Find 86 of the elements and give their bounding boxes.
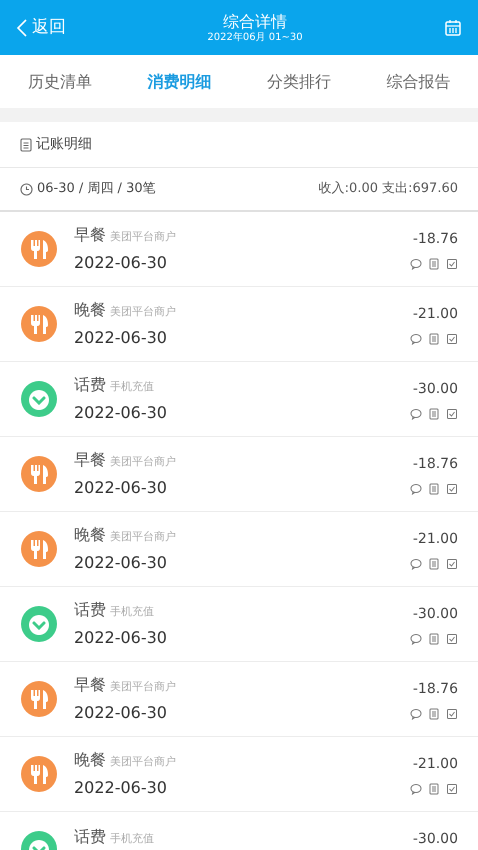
comment-icon[interactable] <box>410 332 422 344</box>
day-summary: 06-30 / 周四 / 30笔 <box>37 180 156 198</box>
document-icon <box>20 138 32 152</box>
tab[interactable]: 分类排行 <box>266 70 331 94</box>
amount: -30.00 <box>412 380 458 398</box>
checkbox-icon[interactable] <box>446 782 458 794</box>
merchant-name: 手机充值 <box>110 379 154 395</box>
fork-knife-icon <box>20 305 58 343</box>
transaction-row[interactable]: 话费 手机充值 2022-06-30 -30.00 <box>0 587 478 662</box>
category-name: 话费 <box>74 599 106 621</box>
transaction-row[interactable]: 早餐 美团平台商户 2022-06-30 -18.76 <box>0 437 478 512</box>
fork-knife-icon <box>20 455 58 493</box>
tab[interactable]: 综合报告 <box>386 70 450 94</box>
checkbox-icon[interactable] <box>446 482 458 494</box>
transaction-row[interactable]: 晚餐 美团平台商户 2022-06-30 -21.00 <box>0 287 478 362</box>
category-name: 早餐 <box>74 449 106 471</box>
date-range: 2022年06月 01~30 <box>207 32 303 44</box>
comment-icon[interactable] <box>410 408 422 420</box>
back-icon <box>16 18 28 38</box>
category-name: 早餐 <box>74 224 106 246</box>
comment-icon[interactable] <box>410 782 422 794</box>
merchant-name: 手机充值 <box>110 830 154 846</box>
comment-icon[interactable] <box>410 482 422 494</box>
tab[interactable]: 历史清单 <box>28 70 92 94</box>
transaction-date: 2022-06-30 <box>74 327 168 349</box>
amount: -21.00 <box>412 530 458 548</box>
transaction-date: 2022-06-30 <box>74 777 168 799</box>
comment-icon[interactable] <box>410 632 422 644</box>
comment-icon[interactable] <box>410 708 422 720</box>
transaction-date: 2022-06-30 <box>74 702 168 724</box>
transaction-date: 2022-06-30 <box>74 627 168 649</box>
amount: -18.76 <box>412 454 458 474</box>
transaction-row[interactable]: 早餐 美团平台商户 2022-06-30 -18.76 <box>0 212 478 287</box>
note-icon[interactable] <box>428 708 440 720</box>
clock-icon <box>20 182 33 196</box>
note-icon[interactable] <box>428 258 440 270</box>
transaction-date: 2022-06-30 <box>74 552 168 574</box>
amount: -18.76 <box>412 680 458 698</box>
amount: -30.00 <box>412 830 458 848</box>
amount: -30.00 <box>412 604 458 624</box>
checkbox-icon[interactable] <box>446 558 458 570</box>
transaction-row[interactable]: 话费 手机充值 2022-06-30 -30.00 <box>0 362 478 437</box>
transaction-row[interactable]: 晚餐 美团平台商户 2022-06-30 -21.00 <box>0 512 478 587</box>
note-icon[interactable] <box>428 632 440 644</box>
checkbox-icon[interactable] <box>446 258 458 270</box>
amount: -21.00 <box>412 304 458 324</box>
category-name: 晚餐 <box>74 524 106 546</box>
page-title: 综合详情 <box>223 12 287 32</box>
fork-knife-icon <box>20 755 58 793</box>
checkbox-icon[interactable] <box>446 632 458 644</box>
note-icon[interactable] <box>428 408 440 420</box>
day-totals: 收入:0.00 支出:697.60 <box>318 180 458 198</box>
checkbox-icon[interactable] <box>446 332 458 344</box>
note-icon[interactable] <box>428 558 440 570</box>
transaction-row[interactable]: 话费 手机充值 -30.00 <box>0 812 478 850</box>
category-name: 话费 <box>74 374 106 396</box>
fork-knife-icon <box>20 530 58 568</box>
transaction-date: 2022-06-30 <box>74 402 168 424</box>
merchant-name: 美团平台商户 <box>110 679 176 695</box>
transaction-date: 2022-06-30 <box>74 252 168 274</box>
note-icon[interactable] <box>428 332 440 344</box>
comment-icon[interactable] <box>410 258 422 270</box>
section-title: 记账明细 <box>36 135 92 154</box>
merchant-name: 美团平台商户 <box>110 229 176 245</box>
category-name: 话费 <box>74 826 106 848</box>
transaction-row[interactable]: 晚餐 美团平台商户 2022-06-30 -21.00 <box>0 737 478 812</box>
checkbox-icon[interactable] <box>446 708 458 720</box>
amount: -21.00 <box>412 754 458 774</box>
calendar-icon[interactable] <box>444 18 462 36</box>
transaction-date: 2022-06-30 <box>74 477 168 499</box>
note-icon[interactable] <box>428 482 440 494</box>
note-icon[interactable] <box>428 782 440 794</box>
checkbox-icon[interactable] <box>446 408 458 420</box>
fork-knife-icon <box>20 680 58 718</box>
merchant-name: 手机充值 <box>110 604 154 620</box>
transaction-row[interactable]: 早餐 美团平台商户 2022-06-30 -18.76 <box>0 662 478 737</box>
fork-knife-icon <box>20 230 58 268</box>
amount: -18.76 <box>412 230 458 248</box>
merchant-name: 美团平台商户 <box>110 529 176 545</box>
merchant-name: 美团平台商户 <box>110 304 176 320</box>
category-name: 晚餐 <box>74 749 106 771</box>
category-name: 晚餐 <box>74 299 106 321</box>
comment-icon[interactable] <box>410 558 422 570</box>
merchant-name: 美团平台商户 <box>110 454 176 470</box>
category-name: 早餐 <box>74 674 106 696</box>
merchant-name: 美团平台商户 <box>110 754 176 770</box>
